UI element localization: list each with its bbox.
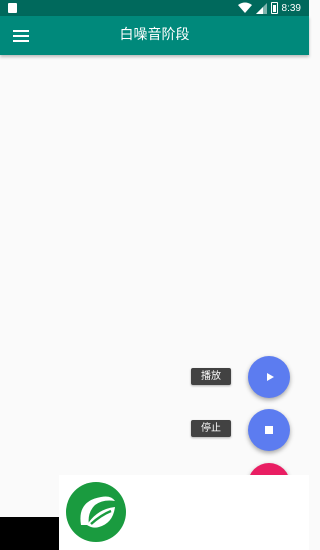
play-label[interactable]: 播放	[191, 368, 231, 385]
play-button[interactable]	[248, 356, 290, 398]
play-icon	[266, 373, 274, 381]
stop-icon	[265, 426, 273, 434]
wifi-icon	[237, 2, 252, 13]
stop-label[interactable]: 停止	[191, 420, 231, 437]
leaf-logo-icon	[66, 482, 126, 542]
status-time: 8:39	[281, 2, 301, 14]
battery-icon	[270, 2, 278, 14]
page-title: 白噪音阶段	[119, 27, 190, 43]
signal-icon	[255, 2, 267, 14]
stop-button[interactable]	[248, 409, 290, 451]
menu-icon[interactable]	[10, 25, 32, 47]
sd-card-icon	[8, 3, 17, 13]
app-toolbar: 白噪音阶段	[0, 16, 309, 55]
black-overlay-block	[0, 517, 59, 550]
status-icons: 8:39	[237, 0, 301, 16]
status-bar: 8:39	[0, 0, 309, 16]
